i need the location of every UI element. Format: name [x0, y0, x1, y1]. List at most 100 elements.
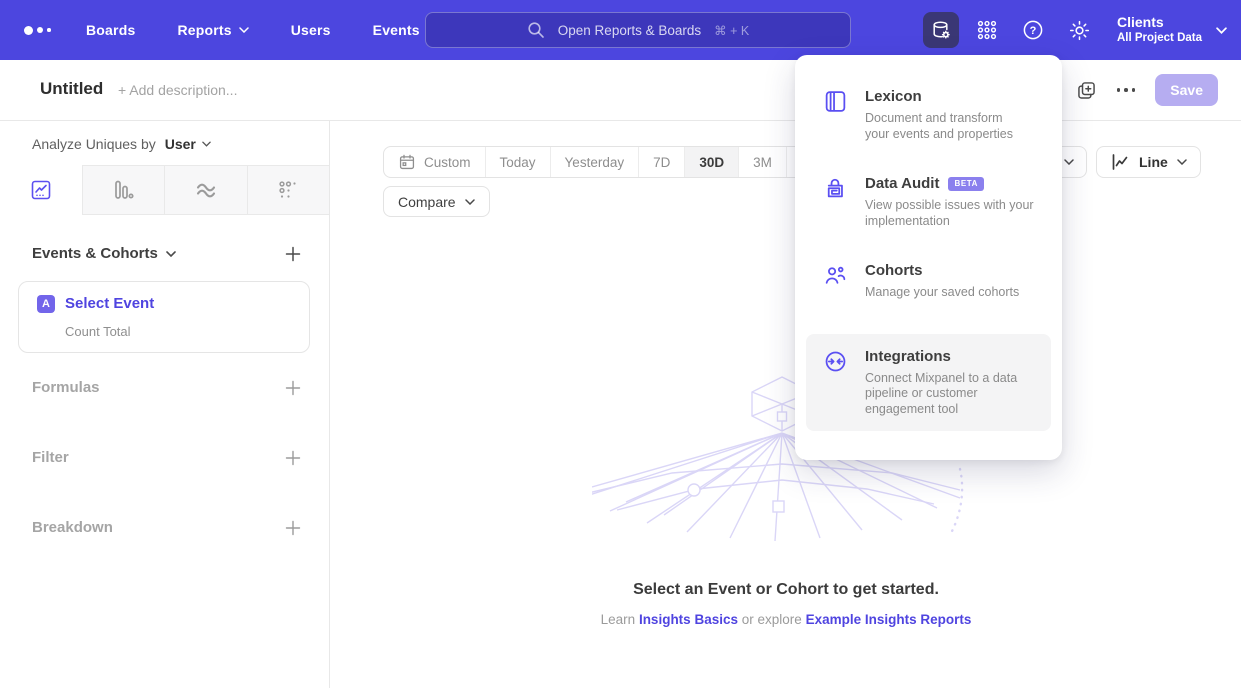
data-audit-icon — [823, 176, 848, 201]
top-nav: Boards Reports Users Events Open Reports… — [0, 0, 1241, 60]
menu-item-description: Connect Mixpanel to a data pipeline or c… — [865, 371, 1033, 418]
menu-item-title: Data Audit — [865, 175, 939, 192]
menu-item-description: Manage your saved cohorts — [865, 285, 1019, 301]
date-range-3m[interactable]: 3M — [738, 147, 786, 177]
date-range-today[interactable]: Today — [485, 147, 550, 177]
bar-chart-tab-icon — [111, 178, 135, 202]
date-range-yesterday[interactable]: Yesterday — [550, 147, 639, 177]
duplicate-icon[interactable] — [1076, 80, 1097, 101]
date-range-30d[interactable]: 30D — [684, 147, 738, 177]
menu-item-title: Integrations — [865, 348, 951, 365]
nav-item-reports[interactable]: Reports — [177, 22, 248, 38]
analyze-value: User — [165, 136, 196, 152]
mixpanel-logo[interactable] — [24, 26, 66, 35]
formulas-section: Formulas — [32, 379, 301, 396]
menu-item-title: Cohorts — [865, 262, 923, 279]
learn-text: Learn — [601, 612, 636, 627]
nav-item-label: Events — [373, 22, 420, 38]
query-sidebar: Analyze Uniques by User — [0, 121, 330, 688]
add-filter-button[interactable] — [285, 450, 301, 466]
compare-label: Compare — [398, 194, 456, 210]
chevron-down-icon — [202, 141, 211, 147]
select-event-card[interactable]: A Select Event Count Total — [18, 281, 310, 353]
menu-item-description: View possible issues with your implement… — [865, 198, 1034, 229]
data-management-button[interactable] — [923, 12, 959, 48]
date-range-7d[interactable]: 7D — [638, 147, 684, 177]
flow-tab-icon — [194, 178, 218, 202]
example-reports-link[interactable]: Example Insights Reports — [806, 612, 972, 627]
svg-text:?: ? — [1030, 25, 1037, 37]
tab-dot-grid[interactable] — [247, 165, 330, 215]
events-cohorts-header: Events & Cohorts — [32, 245, 301, 262]
project-selector[interactable]: Clients All Project Data — [1117, 14, 1227, 46]
settings-button[interactable] — [1061, 12, 1097, 48]
date-range-label: Yesterday — [565, 155, 625, 170]
filter-section: Filter — [32, 449, 301, 466]
analyze-value-dropdown[interactable]: User — [165, 136, 211, 152]
tab-line-chart[interactable] — [0, 165, 82, 215]
search-icon — [527, 21, 545, 39]
events-cohorts-toggle[interactable]: Events & Cohorts — [32, 245, 176, 262]
help-button[interactable]: ? — [1015, 12, 1051, 48]
breakdown-label: Breakdown — [32, 519, 113, 536]
date-interval-dropdown[interactable] — [1064, 147, 1086, 177]
nav-item-users[interactable]: Users — [291, 22, 331, 38]
chevron-down-icon — [465, 199, 475, 205]
add-breakdown-button[interactable] — [285, 520, 301, 536]
menu-item-cohorts[interactable]: Cohorts Manage your saved cohorts — [806, 262, 1051, 301]
gear-icon — [1068, 19, 1091, 42]
apps-grid-icon — [976, 19, 998, 41]
event-badge: A — [37, 295, 55, 313]
report-title[interactable]: Untitled — [40, 79, 103, 99]
chevron-down-icon — [1177, 159, 1187, 165]
chart-type-button[interactable]: Line — [1096, 146, 1201, 178]
chevron-down-icon — [166, 251, 176, 257]
date-range-label: 7D — [653, 155, 670, 170]
nav-item-events[interactable]: Events — [373, 22, 420, 38]
add-event-button[interactable] — [285, 246, 301, 262]
apps-grid-button[interactable] — [969, 12, 1005, 48]
add-description-field[interactable]: + Add description... — [118, 82, 237, 98]
formulas-label: Formulas — [32, 379, 100, 396]
line-chart-tab-icon — [29, 178, 53, 202]
tab-flow-chart[interactable] — [164, 165, 247, 215]
save-button[interactable]: Save — [1155, 74, 1218, 106]
menu-item-data-audit[interactable]: Data Audit BETA View possible issues wit… — [806, 175, 1051, 229]
count-total-label[interactable]: Count Total — [65, 324, 131, 339]
empty-state-title: Select an Event or Cohort to get started… — [331, 581, 1241, 599]
header-actions: Save — [1076, 60, 1218, 120]
analyze-row: Analyze Uniques by User — [32, 133, 211, 155]
calendar-icon — [398, 153, 416, 171]
cohorts-icon — [823, 263, 848, 288]
database-gear-icon — [930, 19, 952, 41]
chevron-down-icon — [239, 27, 249, 33]
menu-item-integrations[interactable]: Integrations Connect Mixpanel to a data … — [806, 334, 1051, 432]
nav-item-boards[interactable]: Boards — [86, 22, 135, 38]
menu-item-description: Document and transform your events and p… — [865, 111, 1025, 142]
add-formula-button[interactable] — [285, 380, 301, 396]
filter-label: Filter — [32, 449, 69, 466]
menu-item-title: Lexicon — [865, 88, 922, 105]
date-range-label: Custom — [424, 155, 471, 170]
insights-basics-link[interactable]: Insights Basics — [639, 612, 738, 627]
chevron-down-icon — [1216, 27, 1227, 34]
compare-button[interactable]: Compare — [383, 186, 490, 217]
tab-bar-chart[interactable] — [82, 165, 165, 215]
menu-item-lexicon[interactable]: Lexicon Document and transform your even… — [806, 88, 1051, 142]
nav-item-label: Boards — [86, 22, 135, 38]
search-bar[interactable]: Open Reports & Boards ⌘ + K — [425, 12, 851, 48]
nav-menu: Boards Reports Users Events — [86, 22, 420, 38]
date-range-label: Today — [500, 155, 536, 170]
line-chart-icon — [1110, 152, 1130, 172]
integrations-icon — [823, 349, 848, 374]
search-placeholder: Open Reports & Boards — [558, 23, 701, 38]
date-range-custom[interactable]: Custom — [384, 147, 485, 177]
select-event-label: Select Event — [65, 295, 154, 312]
date-range-label: 30D — [699, 155, 724, 170]
events-cohorts-label: Events & Cohorts — [32, 245, 158, 262]
empty-state-subtitle: Learn Insights Basics or explore Example… — [331, 612, 1241, 627]
chart-type-label: Line — [1139, 154, 1168, 170]
project-name: Clients — [1117, 14, 1202, 31]
help-icon: ? — [1021, 18, 1045, 42]
more-options-button[interactable] — [1117, 88, 1136, 92]
